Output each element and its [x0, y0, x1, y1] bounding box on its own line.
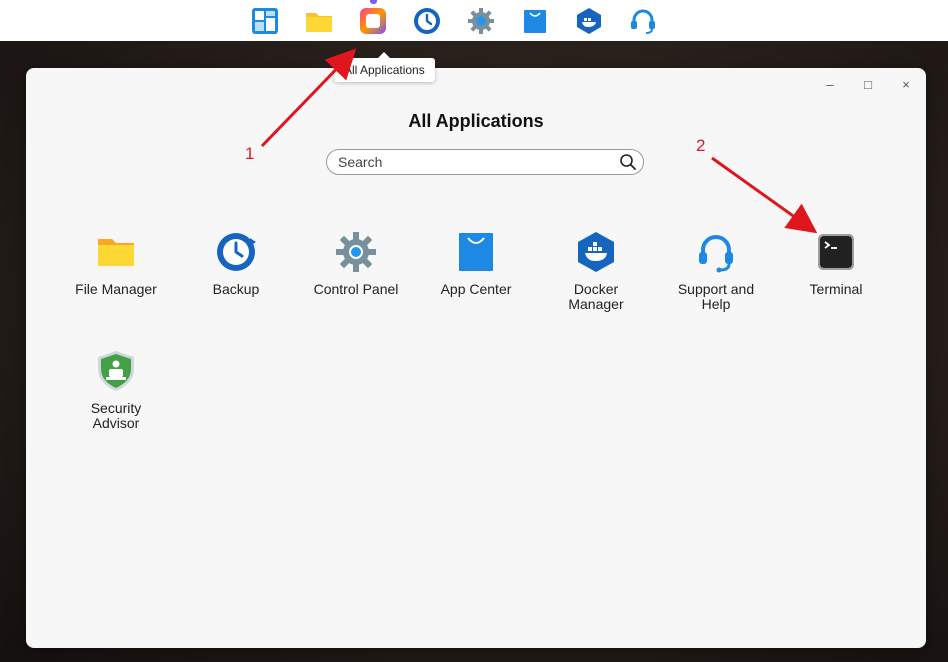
gear-icon — [468, 7, 494, 34]
docker-icon — [577, 7, 601, 34]
annotation-number-1: 1 — [245, 144, 255, 163]
shield-icon — [98, 351, 134, 391]
gear-icon — [336, 232, 376, 272]
dock-support-button[interactable] — [625, 3, 661, 39]
app-support-and-help[interactable]: Support and Help — [656, 228, 776, 312]
app-terminal[interactable]: Terminal — [776, 228, 896, 297]
dock-control-panel-button[interactable] — [463, 3, 499, 39]
top-dock — [0, 0, 948, 41]
app-label: Security Advisor — [90, 400, 142, 431]
window-controls: – □ × — [820, 74, 916, 94]
app-label: Terminal — [809, 281, 863, 297]
all-applications-icon — [360, 7, 386, 34]
window-title: All Applications — [408, 111, 544, 131]
headset-icon — [631, 9, 655, 34]
app-backup[interactable]: Backup — [176, 228, 296, 297]
close-button[interactable]: × — [896, 74, 916, 94]
dock-docker-button[interactable] — [571, 3, 607, 39]
dock-backup-button[interactable] — [409, 3, 445, 39]
dock-app-center-button[interactable] — [517, 3, 553, 39]
app-file-manager[interactable]: File Manager — [56, 228, 176, 297]
dock-all-applications-button[interactable] — [355, 0, 391, 39]
shopping-bag-icon — [524, 9, 546, 33]
dock-file-manager-button[interactable] — [301, 3, 337, 39]
dock-tooltip: All Applications — [334, 52, 435, 82]
maximize-button[interactable]: □ — [858, 74, 878, 94]
app-label: App Center — [440, 281, 512, 297]
docker-icon — [578, 232, 614, 272]
annotation-number-2: 2 — [696, 136, 706, 155]
app-control-panel[interactable]: Control Panel — [296, 228, 416, 297]
backup-clock-icon — [217, 233, 256, 271]
desktop-grid-icon — [252, 7, 278, 34]
app-label: Control Panel — [313, 281, 399, 297]
app-label: File Manager — [75, 281, 157, 297]
app-label: Support and Help — [677, 281, 755, 312]
folder-icon — [306, 12, 332, 32]
dock-desktop-button[interactable] — [247, 3, 283, 39]
active-indicator — [370, 0, 377, 4]
shopping-bag-icon — [459, 233, 493, 271]
search-box — [326, 149, 644, 175]
backup-clock-icon — [414, 7, 440, 34]
app-label: Docker Manager — [568, 281, 624, 312]
minimize-button[interactable]: – — [820, 74, 840, 94]
all-applications-window: – □ × All Applications File Manager — [26, 68, 926, 648]
app-label: Backup — [212, 281, 260, 297]
search-icon[interactable] — [619, 153, 637, 171]
app-security-advisor[interactable]: Security Advisor — [56, 347, 176, 431]
headset-icon — [699, 235, 733, 273]
app-app-center[interactable]: App Center — [416, 228, 536, 297]
folder-icon — [98, 239, 134, 266]
search-input[interactable] — [336, 153, 619, 171]
app-docker-manager[interactable]: Docker Manager — [536, 228, 656, 312]
terminal-icon — [818, 234, 854, 270]
